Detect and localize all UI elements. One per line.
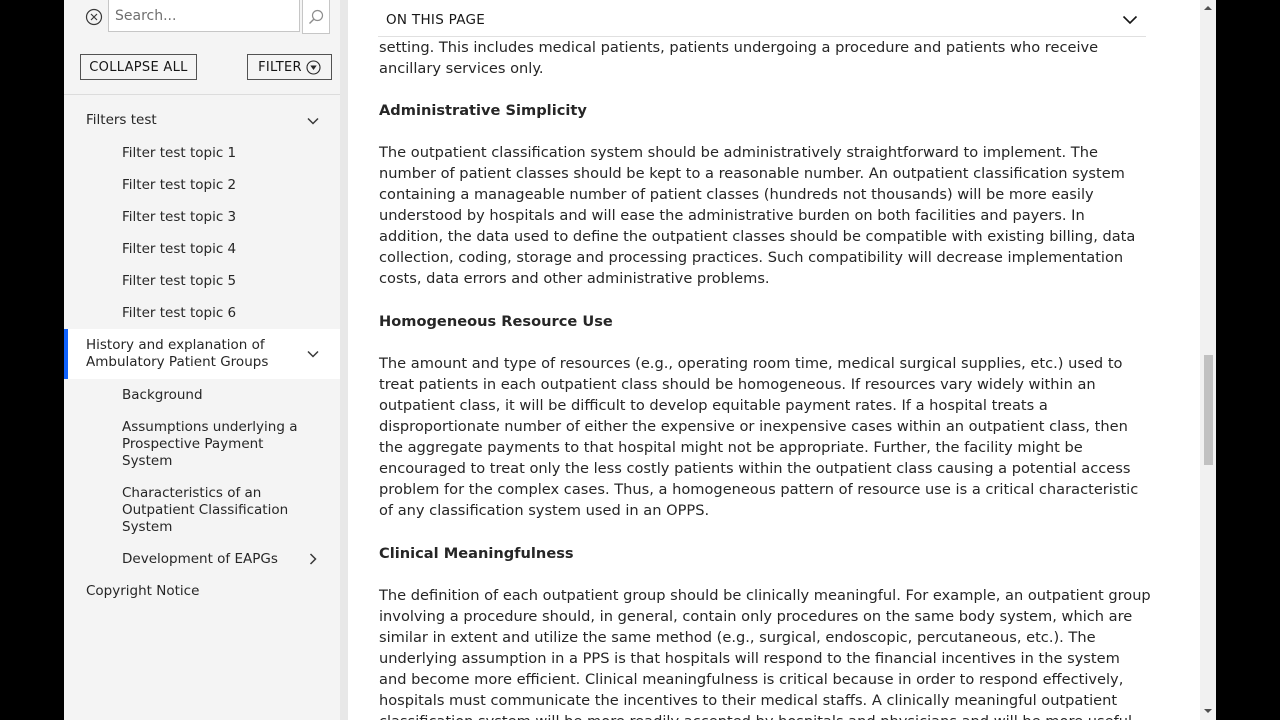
paragraph: The outpatient classification system sho… — [379, 144, 1136, 287]
filter-label: FILTER — [258, 59, 302, 75]
filter-button[interactable]: FILTER — [247, 54, 332, 80]
paragraph: The amount and type of resources (e.g., … — [379, 355, 1139, 519]
nav-item-label: Filter test topic 6 — [122, 305, 237, 321]
nav-item-filter-topic-4[interactable]: Filter test topic 4 — [64, 233, 340, 265]
chevron-right-icon[interactable] — [306, 552, 320, 566]
sidebar-divider — [64, 94, 340, 95]
nav-item-label: Copyright Notice — [86, 583, 200, 599]
chevron-down-icon[interactable] — [1122, 14, 1138, 26]
nav-item-label: Filter test topic 2 — [122, 177, 237, 193]
section-heading: Clinical Meaningfulness — [379, 545, 574, 562]
search-icon — [309, 9, 324, 24]
nav-item-assumptions-pps[interactable]: Assumptions underlying a Prospective Pay… — [64, 411, 340, 477]
collapse-all-button[interactable]: COLLAPSE ALL — [80, 54, 197, 80]
nav-item-history-apg[interactable]: History and explanation of Ambulatory Pa… — [64, 329, 340, 379]
section-heading: Administrative Simplicity — [379, 102, 587, 119]
article-body: setting. This includes medical patients,… — [379, 36, 1151, 720]
nav-item-label: Filter test topic 4 — [122, 241, 237, 257]
section-heading: Homogeneous Resource Use — [379, 313, 613, 330]
close-circle-icon — [85, 8, 103, 26]
chevron-down-icon[interactable] — [306, 347, 320, 361]
on-this-page-title: ON THIS PAGE — [386, 12, 486, 28]
nav-item-filter-topic-6[interactable]: Filter test topic 6 — [64, 297, 340, 329]
scroll-up-arrow-icon[interactable] — [1203, 3, 1213, 13]
nav-item-label: Filter test topic 5 — [122, 273, 237, 289]
nav-item-label: Filters test — [86, 112, 157, 128]
app-window: COLLAPSE ALL FILTER Filters test Filter … — [64, 0, 1216, 720]
nav-item-characteristics[interactable]: Characteristics of an Outpatient Classif… — [64, 477, 340, 543]
nav-item-label: History and explanation of Ambulatory Pa… — [86, 337, 269, 370]
scrollbar-thumb[interactable] — [1204, 355, 1213, 465]
main-content: ON THIS PAGE setting. This includes medi… — [348, 0, 1216, 720]
toc-nav: Filters test Filter test topic 1 Filter … — [64, 104, 340, 608]
nav-item-filter-topic-1[interactable]: Filter test topic 1 — [64, 137, 340, 169]
paragraph: setting. This includes medical patients,… — [379, 39, 1099, 77]
nav-item-copyright[interactable]: Copyright Notice — [64, 575, 340, 608]
nav-item-label: Assumptions underlying a Prospective Pay… — [122, 419, 298, 469]
chevron-down-icon[interactable] — [306, 114, 320, 128]
nav-item-label: Filter test topic 3 — [122, 209, 237, 225]
search-bar — [80, 0, 330, 34]
filter-dropdown-icon — [306, 59, 321, 75]
nav-item-background[interactable]: Background — [64, 379, 340, 411]
clear-search-button[interactable] — [80, 0, 108, 34]
vertical-scrollbar[interactable] — [1200, 0, 1216, 720]
nav-item-label: Filter test topic 1 — [122, 145, 237, 161]
paragraph: The definition of each outpatient group … — [379, 587, 1151, 720]
nav-item-label: Background — [122, 387, 203, 403]
sidebar-splitter[interactable] — [340, 0, 348, 720]
nav-item-development-eapgs[interactable]: Development of EAPGs — [64, 543, 340, 575]
search-input[interactable] — [108, 0, 300, 32]
sidebar: COLLAPSE ALL FILTER Filters test Filter … — [64, 0, 340, 720]
search-button[interactable] — [302, 0, 330, 34]
nav-item-filter-topic-2[interactable]: Filter test topic 2 — [64, 169, 340, 201]
nav-item-filter-topic-3[interactable]: Filter test topic 3 — [64, 201, 340, 233]
collapse-all-label: COLLAPSE ALL — [89, 59, 188, 75]
nav-item-label: Characteristics of an Outpatient Classif… — [122, 485, 289, 535]
on-this-page-bar[interactable]: ON THIS PAGE — [378, 0, 1146, 37]
nav-item-filters-test[interactable]: Filters test — [64, 104, 340, 137]
nav-item-label: Development of EAPGs — [122, 551, 278, 567]
scroll-down-arrow-icon[interactable] — [1203, 706, 1213, 716]
nav-item-filter-topic-5[interactable]: Filter test topic 5 — [64, 265, 340, 297]
